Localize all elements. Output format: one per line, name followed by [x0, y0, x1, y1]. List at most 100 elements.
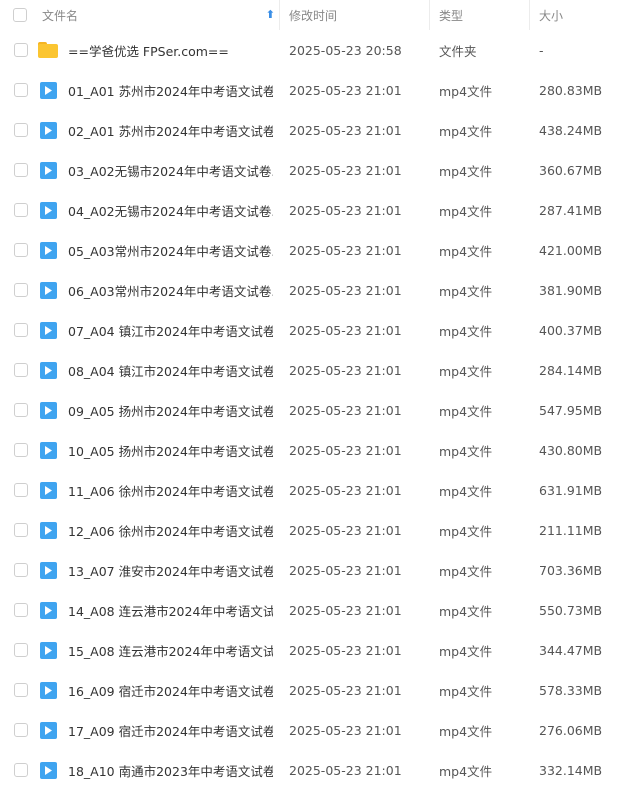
file-name[interactable]: 10_A05 扬州市2024年中考语文试卷...	[68, 430, 273, 470]
file-name[interactable]: 13_A07 淮安市2024年中考语文试卷...	[68, 550, 273, 590]
file-name[interactable]: 15_A08 连云港市2024年中考语文试...	[68, 630, 273, 670]
row-checkbox[interactable]	[14, 43, 28, 57]
select-all-checkbox[interactable]	[13, 8, 27, 22]
file-row[interactable]: 06_A03常州市2024年中考语文试卷... 2025-05-23 21:01 m…	[0, 270, 630, 310]
file-row[interactable]: 12_A06 徐州市2024年中考语文试卷... 2025-05-23 21:01…	[0, 510, 630, 550]
row-checkbox[interactable]	[14, 643, 28, 657]
file-modified-time: 2025-05-23 21:01	[289, 362, 402, 378]
file-name[interactable]: 02_A01 苏州市2024年中考语文试卷...	[68, 110, 273, 150]
file-name[interactable]: 09_A05 扬州市2024年中考语文试卷...	[68, 390, 273, 430]
file-name[interactable]: 18_A10 南通市2023年中考语文试卷...	[68, 750, 273, 790]
video-file-icon	[39, 721, 57, 739]
file-type-icon-cell	[38, 350, 58, 390]
row-checkbox[interactable]	[14, 523, 28, 537]
file-name[interactable]: 12_A06 徐州市2024年中考语文试卷...	[68, 510, 273, 550]
file-name[interactable]: 06_A03常州市2024年中考语文试卷...	[68, 270, 273, 310]
file-row[interactable]: 09_A05 扬州市2024年中考语文试卷... 2025-05-23 21:01…	[0, 390, 630, 430]
row-checkbox[interactable]	[14, 203, 28, 217]
column-header-type[interactable]: 类型	[430, 0, 530, 30]
row-checkbox[interactable]	[14, 723, 28, 737]
file-row[interactable]: 05_A03常州市2024年中考语文试卷.... 2025-05-23 21:01…	[0, 230, 630, 270]
file-name[interactable]: 04_A02无锡市2024年中考语文试卷...	[68, 190, 273, 230]
file-modified-time: 2025-05-23 21:01	[289, 602, 402, 618]
video-file-icon	[39, 401, 57, 419]
file-row[interactable]: ==学爸优选 FPSer.com== 2025-05-23 20:58 文件夹 -	[0, 30, 630, 70]
video-file-icon	[39, 201, 57, 219]
file-row[interactable]: 08_A04 镇江市2024年中考语文试卷... 2025-05-23 21:01…	[0, 350, 630, 390]
file-name[interactable]: 08_A04 镇江市2024年中考语文试卷...	[68, 350, 273, 390]
row-checkbox-cell	[14, 30, 28, 70]
row-checkbox[interactable]	[14, 123, 28, 137]
file-row[interactable]: 14_A08 连云港市2024年中考语文试... 2025-05-23 21:01…	[0, 590, 630, 630]
file-name[interactable]: 01_A01 苏州市2024年中考语文试卷...	[68, 70, 273, 110]
row-checkbox[interactable]	[14, 83, 28, 97]
file-row[interactable]: 13_A07 淮安市2024年中考语文试卷... 2025-05-23 21:01…	[0, 550, 630, 590]
file-type: mp4文件	[439, 763, 493, 779]
row-checkbox[interactable]	[14, 443, 28, 457]
column-header-name-label: 文件名	[42, 8, 79, 23]
column-header-name[interactable]: 文件名 ⬆	[30, 0, 280, 30]
row-checkbox-cell	[14, 270, 28, 310]
video-file-icon	[39, 321, 57, 339]
file-type: mp4文件	[439, 483, 493, 499]
row-checkbox[interactable]	[14, 243, 28, 257]
row-checkbox[interactable]	[14, 283, 28, 297]
file-row[interactable]: 03_A02无锡市2024年中考语文试卷.... 2025-05-23 21:01…	[0, 150, 630, 190]
file-modified-time: 2025-05-23 21:01	[289, 282, 402, 298]
file-row[interactable]: 01_A01 苏州市2024年中考语文试卷... 2025-05-23 21:01…	[0, 70, 630, 110]
file-type: mp4文件	[439, 163, 493, 179]
row-checkbox-cell	[14, 630, 28, 670]
file-modified-time: 2025-05-23 21:01	[289, 162, 402, 178]
file-name[interactable]: 03_A02无锡市2024年中考语文试卷....	[68, 150, 273, 190]
file-row[interactable]: 10_A05 扬州市2024年中考语文试卷... 2025-05-23 21:01…	[0, 430, 630, 470]
video-file-icon	[39, 681, 57, 699]
row-checkbox[interactable]	[14, 483, 28, 497]
file-name[interactable]: 11_A06 徐州市2024年中考语文试卷...	[68, 470, 273, 510]
file-row[interactable]: 17_A09 宿迁市2024年中考语文试卷... 2025-05-23 21:01…	[0, 710, 630, 750]
file-size: 360.67MB	[539, 162, 603, 178]
file-size: 400.37MB	[539, 322, 603, 338]
video-file-icon	[39, 601, 57, 619]
file-row[interactable]: 11_A06 徐州市2024年中考语文试卷... 2025-05-23 21:01…	[0, 470, 630, 510]
file-name[interactable]: 14_A08 连云港市2024年中考语文试...	[68, 590, 273, 630]
file-name[interactable]: ==学爸优选 FPSer.com==	[68, 30, 273, 70]
column-header-size[interactable]: 大小	[530, 0, 630, 30]
video-file-icon	[39, 281, 57, 299]
row-checkbox[interactable]	[14, 683, 28, 697]
row-checkbox[interactable]	[14, 363, 28, 377]
file-name[interactable]: 16_A09 宿迁市2024年中考语文试卷...	[68, 670, 273, 710]
file-row[interactable]: 15_A08 连云港市2024年中考语文试... 2025-05-23 21:01…	[0, 630, 630, 670]
file-type-icon-cell	[38, 30, 58, 70]
file-row[interactable]: 16_A09 宿迁市2024年中考语文试卷... 2025-05-23 21:01…	[0, 670, 630, 710]
file-size: 421.00MB	[539, 242, 603, 258]
file-size: 284.14MB	[539, 362, 603, 378]
row-checkbox[interactable]	[14, 603, 28, 617]
file-modified-time: 2025-05-23 21:01	[289, 242, 402, 258]
row-checkbox[interactable]	[14, 323, 28, 337]
file-name[interactable]: 17_A09 宿迁市2024年中考语文试卷...	[68, 710, 273, 750]
row-checkbox[interactable]	[14, 763, 28, 777]
file-size: 631.91MB	[539, 482, 603, 498]
file-name[interactable]: 05_A03常州市2024年中考语文试卷....	[68, 230, 273, 270]
file-row[interactable]: 04_A02无锡市2024年中考语文试卷... 2025-05-23 21:01 m…	[0, 190, 630, 230]
file-type-icon-cell	[38, 710, 58, 750]
file-type-icon-cell	[38, 110, 58, 150]
sort-ascending-icon[interactable]: ⬆	[266, 8, 275, 21]
row-checkbox[interactable]	[14, 163, 28, 177]
video-file-icon	[39, 241, 57, 259]
file-row[interactable]: 02_A01 苏州市2024年中考语文试卷... 2025-05-23 21:01…	[0, 110, 630, 150]
row-checkbox-cell	[14, 350, 28, 390]
file-type: mp4文件	[439, 643, 493, 659]
row-checkbox[interactable]	[14, 563, 28, 577]
file-type: mp4文件	[439, 603, 493, 619]
file-name[interactable]: 07_A04 镇江市2024年中考语文试卷...	[68, 310, 273, 350]
video-file-icon	[39, 561, 57, 579]
row-checkbox[interactable]	[14, 403, 28, 417]
video-file-icon	[39, 81, 57, 99]
file-size: 344.47MB	[539, 642, 603, 658]
row-checkbox-cell	[14, 310, 28, 350]
column-header-modified-time[interactable]: 修改时间	[280, 0, 430, 30]
file-row[interactable]: 07_A04 镇江市2024年中考语文试卷... 2025-05-23 21:01…	[0, 310, 630, 350]
file-row[interactable]: 18_A10 南通市2023年中考语文试卷... 2025-05-23 21:01…	[0, 750, 630, 790]
file-modified-time: 2025-05-23 21:01	[289, 442, 402, 458]
